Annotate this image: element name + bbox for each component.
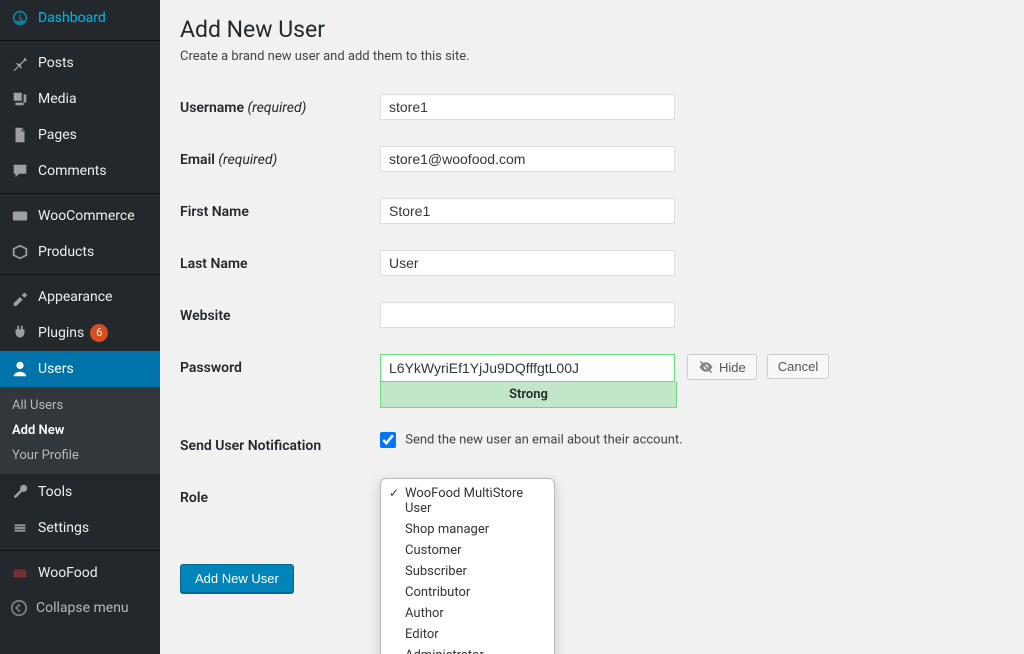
admin-sidebar: Dashboard Posts Media Pages Comments Woo… bbox=[0, 0, 160, 654]
role-option[interactable]: Customer bbox=[381, 540, 554, 561]
pin-icon bbox=[10, 53, 30, 73]
tools-icon bbox=[10, 482, 30, 502]
cancel-password-button[interactable]: Cancel bbox=[767, 354, 829, 379]
woocommerce-icon bbox=[10, 206, 30, 226]
password-strength-meter: Strong bbox=[380, 382, 677, 408]
sidebar-item-tools[interactable]: Tools bbox=[0, 474, 160, 510]
collapse-label: Collapse menu bbox=[36, 600, 129, 616]
sidebar-subitem-your-profile[interactable]: Your Profile bbox=[0, 443, 160, 468]
sidebar-label: Users bbox=[38, 361, 74, 377]
appearance-icon bbox=[10, 287, 30, 307]
sidebar-item-comments[interactable]: Comments bbox=[0, 153, 160, 189]
sidebar-subitem-add-new[interactable]: Add New bbox=[0, 418, 160, 443]
sidebar-users-submenu: All Users Add New Your Profile bbox=[0, 387, 160, 474]
lastname-input[interactable] bbox=[380, 250, 675, 276]
firstname-input[interactable] bbox=[380, 198, 675, 224]
website-input[interactable] bbox=[380, 302, 675, 328]
email-label: Email (required) bbox=[180, 134, 380, 186]
password-label: Password bbox=[180, 342, 380, 420]
sidebar-item-appearance[interactable]: Appearance bbox=[0, 279, 160, 315]
add-user-form: Username (required) Email (required) Fir… bbox=[180, 82, 1004, 524]
role-dropdown[interactable]: WooFood MultiStore UserShop managerCusto… bbox=[380, 478, 555, 654]
sidebar-label: Appearance bbox=[38, 289, 112, 305]
sidebar-item-woocommerce[interactable]: WooCommerce bbox=[0, 198, 160, 234]
comments-icon bbox=[10, 161, 30, 181]
role-option[interactable]: Administrator bbox=[381, 645, 554, 654]
main-content: Add New User Create a brand new user and… bbox=[160, 0, 1024, 654]
role-option[interactable]: WooFood MultiStore User bbox=[381, 483, 554, 519]
page-title: Add New User bbox=[180, 16, 1004, 43]
sidebar-label: Posts bbox=[38, 55, 74, 71]
sidebar-item-pages[interactable]: Pages bbox=[0, 117, 160, 153]
role-label: Role bbox=[180, 472, 380, 524]
role-option[interactable]: Editor bbox=[381, 624, 554, 645]
sidebar-label: Comments bbox=[38, 163, 107, 179]
sidebar-item-dashboard[interactable]: Dashboard bbox=[0, 0, 160, 36]
submit-add-user-button[interactable]: Add New User bbox=[180, 564, 294, 593]
woofood-icon bbox=[10, 563, 30, 583]
sidebar-label: WooFood bbox=[38, 565, 98, 581]
sidebar-label: Dashboard bbox=[38, 10, 106, 26]
notify-label: Send User Notification bbox=[180, 420, 380, 472]
sidebar-label: Products bbox=[38, 244, 94, 260]
sidebar-item-media[interactable]: Media bbox=[0, 81, 160, 117]
pages-icon bbox=[10, 125, 30, 145]
collapse-icon bbox=[10, 599, 28, 617]
notify-description: Send the new user an email about their a… bbox=[405, 432, 682, 447]
notify-checkbox[interactable] bbox=[380, 432, 396, 448]
role-option[interactable]: Author bbox=[381, 603, 554, 624]
plugins-icon bbox=[10, 323, 30, 343]
sidebar-item-users[interactable]: Users bbox=[0, 351, 160, 387]
firstname-label: First Name bbox=[180, 186, 380, 238]
settings-icon bbox=[10, 518, 30, 538]
sidebar-label: Media bbox=[38, 91, 77, 107]
email-input[interactable] bbox=[380, 146, 675, 172]
dashboard-icon bbox=[10, 8, 30, 28]
username-label: Username (required) bbox=[180, 82, 380, 134]
sidebar-item-posts[interactable]: Posts bbox=[0, 45, 160, 81]
username-input[interactable] bbox=[380, 94, 675, 120]
sidebar-label: WooCommerce bbox=[38, 208, 135, 224]
hide-icon bbox=[698, 359, 714, 375]
sidebar-item-products[interactable]: Products bbox=[0, 234, 160, 270]
plugins-update-badge: 6 bbox=[90, 324, 108, 342]
sidebar-label: Pages bbox=[38, 127, 77, 143]
hide-password-button[interactable]: Hide bbox=[687, 354, 757, 380]
products-icon bbox=[10, 242, 30, 262]
sidebar-label: Settings bbox=[38, 520, 89, 536]
media-icon bbox=[10, 89, 30, 109]
password-input[interactable] bbox=[380, 354, 675, 382]
sidebar-label: Tools bbox=[38, 484, 72, 500]
sidebar-subitem-all-users[interactable]: All Users bbox=[0, 393, 160, 418]
lastname-label: Last Name bbox=[180, 238, 380, 290]
website-label: Website bbox=[180, 290, 380, 342]
role-option[interactable]: Contributor bbox=[381, 582, 554, 603]
role-option[interactable]: Subscriber bbox=[381, 561, 554, 582]
users-icon bbox=[10, 359, 30, 379]
sidebar-label: Plugins bbox=[38, 325, 84, 341]
sidebar-item-plugins[interactable]: Plugins 6 bbox=[0, 315, 160, 351]
sidebar-collapse-button[interactable]: Collapse menu bbox=[0, 591, 160, 625]
sidebar-item-settings[interactable]: Settings bbox=[0, 510, 160, 546]
page-subtitle: Create a brand new user and add them to … bbox=[180, 49, 1004, 64]
sidebar-item-woofood[interactable]: WooFood bbox=[0, 555, 160, 591]
role-option[interactable]: Shop manager bbox=[381, 519, 554, 540]
